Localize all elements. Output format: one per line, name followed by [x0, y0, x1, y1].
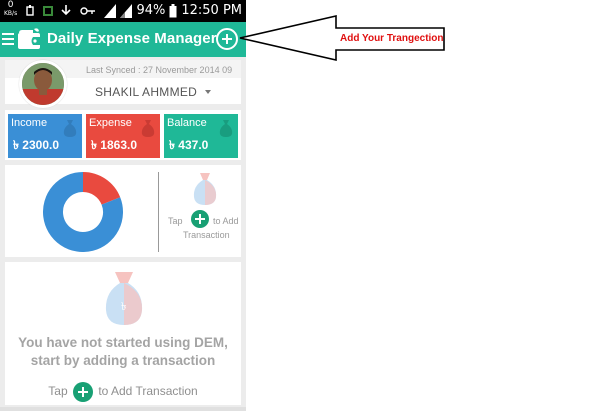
wallet-logo-icon	[18, 28, 40, 49]
tap-to-add-line: Tap to Add Transaction	[5, 382, 241, 402]
status-bar: 0 KB/s 94% 12:50 PM	[0, 0, 246, 22]
download-icon	[61, 5, 71, 16]
app-bar: Daily Expense Manager	[0, 22, 246, 57]
money-bag-icon	[141, 120, 155, 137]
signal-icon-1	[104, 3, 117, 18]
divider	[158, 172, 159, 252]
app-title: Daily Expense Manager	[47, 30, 217, 47]
clock: 12:50 PM	[181, 3, 242, 18]
callout-text: Add Your Trangection	[340, 33, 444, 44]
empty-message: You have not started using DEM, start by…	[5, 334, 241, 370]
to-add-transaction-text: to Add Transaction	[98, 384, 198, 399]
money-bag-icon	[219, 120, 233, 137]
summary-tiles: Income ৳ 2300.0 Expense ৳ 1863.0 Balance…	[5, 110, 241, 160]
user-photo	[22, 63, 64, 105]
balance-label: Balance	[167, 117, 207, 129]
avatar[interactable]	[19, 60, 67, 108]
donut-slice-balance[interactable]	[82, 172, 121, 206]
last-synced-text: Last Synced : 27 November 2014 09	[86, 65, 233, 75]
to-add-text: to Add	[213, 216, 239, 226]
tap-text: Tap	[48, 384, 68, 399]
battery-icon	[169, 3, 177, 17]
money-bag-icon	[63, 120, 77, 137]
status-right-group: 94% 12:50 PM	[104, 3, 242, 18]
key-icon	[80, 7, 95, 15]
user-name[interactable]: SHAKIL AHMMED	[95, 85, 197, 99]
empty-message-line-1: You have not started using DEM,	[18, 335, 228, 350]
empty-message-line-2: start by adding a transaction	[30, 353, 216, 368]
expense-tile[interactable]: Expense ৳ 1863.0	[86, 114, 160, 158]
chart-card: Tap to Add Transaction	[5, 165, 241, 257]
network-speed-value: 0	[7, 0, 14, 10]
network-speed: 0 KB/s	[4, 0, 18, 18]
phone-screen: 0 KB/s 94% 12:50 PM Daily Expense Manage…	[0, 0, 246, 411]
income-value: ৳ 2300.0	[13, 138, 60, 152]
add-circle-icon[interactable]	[72, 382, 93, 402]
donut-chart[interactable]	[43, 172, 123, 252]
balance-value: ৳ 437.0	[169, 138, 209, 152]
income-tile[interactable]: Income ৳ 2300.0	[8, 114, 82, 158]
money-bag-icon	[193, 173, 217, 205]
add-circle-icon[interactable]	[191, 210, 209, 228]
expense-value: ৳ 1863.0	[91, 138, 138, 152]
balance-tile[interactable]: Balance ৳ 437.0	[164, 114, 238, 158]
hamburger-icon[interactable]	[2, 33, 14, 45]
tap-text: Tap	[168, 216, 183, 226]
battery-level: 94%	[136, 3, 166, 18]
money-bag-icon: ৳	[105, 272, 143, 325]
transaction-text: Transaction	[183, 230, 230, 240]
income-label: Income	[11, 117, 48, 129]
signal-icon-2	[120, 3, 133, 18]
expense-label: Expense	[89, 117, 132, 129]
svg-text:৳: ৳	[121, 300, 126, 313]
network-speed-unit: KB/s	[4, 10, 18, 17]
empty-state-card: ৳ You have not started using DEM, start …	[5, 262, 241, 405]
usb-icon	[26, 5, 34, 16]
bottom-edge	[0, 407, 246, 411]
chevron-down-icon[interactable]	[205, 90, 211, 94]
app-notification-icon	[43, 6, 53, 16]
add-transaction-button[interactable]	[216, 28, 238, 50]
